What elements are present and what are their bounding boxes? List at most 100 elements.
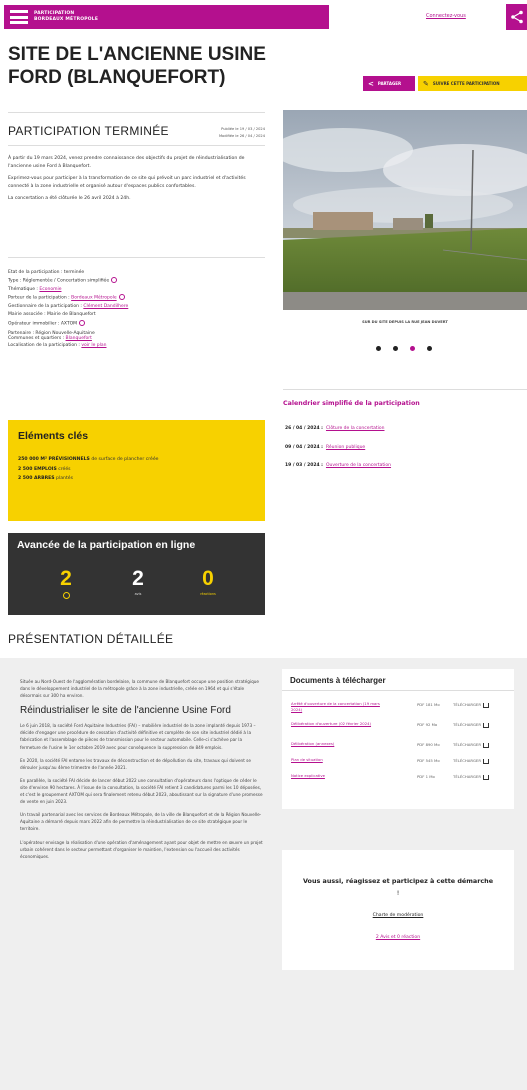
detail-label: Thématique : — [8, 287, 40, 293]
share-icon: < — [368, 79, 374, 88]
calendar-link[interactable]: Réunion publique — [326, 445, 365, 450]
key-elements-box: Eléments clés 250 000 M² PRÉVISIONNELS d… — [8, 420, 265, 521]
intro-paragraph: À partir du 19 mars 2024, venez prendre … — [8, 156, 245, 169]
intro-paragraph: Exprimez-vous pour participer à la trans… — [8, 176, 246, 189]
calendar-date: 19 / 03 / 2024 : — [285, 463, 323, 468]
share-header-button[interactable] — [506, 4, 527, 30]
document-link[interactable]: Délibération d'ouverture (02 février 202… — [291, 721, 386, 727]
download-icon — [482, 722, 489, 728]
detail-operator: Opérateur immobilier : AXTOM — [8, 319, 265, 329]
info-icon[interactable] — [118, 294, 125, 301]
key-item-text: plantés — [54, 476, 73, 481]
download-button[interactable]: TÉLÉCHARGER — [453, 758, 489, 764]
share-button-label: PARTAGER — [377, 81, 402, 86]
share-icon — [510, 10, 523, 24]
document-size: PDF 545 Mo — [417, 758, 440, 763]
documents-panel: Documents à télécharger Arrêté d'ouvertu… — [282, 669, 514, 809]
download-label: TÉLÉCHARGER — [453, 758, 481, 763]
detail-location: Localisation de la participation : voir … — [8, 342, 265, 350]
document-size: PDF 181 Mo — [417, 702, 440, 707]
brand-logo-text: PARTICIPATION BORDEAUX MÉTROPOLE — [34, 11, 98, 23]
download-button[interactable]: TÉLÉCHARGER — [453, 702, 489, 708]
detail-operator-text: Opérateur immobilier : AXTOM — [8, 321, 78, 327]
documents-title: Documents à télécharger — [290, 676, 386, 685]
key-item: 250 000 M² PRÉVISIONNELS de surface de p… — [18, 455, 255, 465]
key-item-text: de surface de plancher créée — [89, 457, 159, 462]
metric-value: 2 — [60, 567, 72, 590]
share-button[interactable]: < PARTAGER — [363, 76, 415, 91]
site-photo-image — [283, 110, 527, 310]
manager-link[interactable]: Clément Dandilhere — [83, 304, 128, 309]
page-title: SITE DE L'ANCIENNE USINE FORD (BLANQUEFO… — [8, 44, 266, 88]
carousel-dots — [376, 346, 432, 351]
presentation-paragraph: Située au Nord-Ouest de l'agglomération … — [20, 679, 259, 699]
download-button[interactable]: TÉLÉCHARGER — [453, 742, 489, 748]
document-size: PDF 1 Mo — [417, 774, 435, 779]
participate-text: Vous aussi, réagissez et participez à ce… — [302, 875, 494, 899]
calendar-title: Calendrier simplifié de la participation — [283, 400, 420, 407]
key-item-value: 250 000 M² PRÉVISIONNELS — [18, 457, 90, 462]
menu-icon[interactable] — [10, 10, 28, 24]
map-link[interactable]: voir le plan — [81, 343, 106, 348]
participation-details: Etat de la participation : terminée Type… — [8, 269, 265, 350]
document-row: Plan de situation PDF 545 Mo TÉLÉCHARGER — [291, 757, 511, 771]
top-bar: PARTICIPATION BORDEAUX MÉTROPOLE Connect… — [0, 0, 527, 35]
opinions-link[interactable]: 2 Avis et 0 réaction — [282, 935, 514, 940]
detail-associated: Mairie associée : Mairie de Blanquefort — [8, 312, 96, 318]
site-photo[interactable] — [283, 110, 527, 310]
carousel-dot[interactable] — [427, 346, 432, 351]
detail-state: Etat de la participation : terminée — [8, 270, 85, 275]
carousel-dot[interactable] — [393, 346, 398, 351]
download-icon — [482, 758, 489, 764]
key-item: 2 500 EMPLOIS créés — [18, 465, 255, 475]
brand-line-2: BORDEAUX MÉTROPOLE — [34, 17, 99, 22]
download-label: TÉLÉCHARGER — [453, 702, 481, 707]
brand-banner[interactable]: PARTICIPATION BORDEAUX MÉTROPOLE — [4, 5, 329, 29]
document-link[interactable]: Plan de situation — [291, 757, 386, 763]
carousel-dot-active[interactable] — [410, 346, 415, 351]
moderation-charter-link[interactable]: Charte de modération — [282, 913, 514, 918]
detail-theme: Thématique : Economie — [8, 286, 265, 294]
presentation-text: Située au Nord-Ouest de l'agglomération … — [20, 678, 264, 866]
key-item: 2 500 ARBRES plantés — [18, 474, 255, 484]
divider — [8, 112, 265, 113]
detail-label: Localisation de la participation : — [8, 342, 82, 348]
document-link[interactable]: Délibération (annexes) — [291, 741, 386, 747]
calendar-link[interactable]: Clôture de la concertation — [326, 426, 385, 431]
communes-link[interactable]: Blanquefort — [66, 336, 92, 341]
info-icon[interactable] — [111, 277, 118, 284]
document-row: Délibération (annexes) PDF 890 Mo TÉLÉCH… — [291, 741, 511, 755]
document-link[interactable]: Notice explicative — [291, 773, 386, 779]
carousel-dot[interactable] — [376, 346, 381, 351]
metric-value: 2 — [132, 567, 144, 590]
participate-text-rest: ! — [396, 889, 400, 897]
theme-link[interactable]: Economie — [39, 287, 61, 292]
presentation-title: PRÉSENTATION DÉTAILLÉE — [8, 632, 174, 646]
follow-button[interactable]: ✎ SUIVRE CETTE PARTICIPATION — [418, 76, 527, 91]
info-icon[interactable] — [79, 319, 86, 326]
document-link[interactable]: Arrêté d'ouverture de la concertation (1… — [291, 701, 386, 712]
download-icon — [482, 702, 489, 708]
login-link[interactable]: Connectez-vous — [426, 13, 466, 19]
key-item-value: 2 500 EMPLOIS — [18, 466, 57, 472]
pilot-link[interactable]: Bordeaux Métropole — [71, 296, 117, 301]
participate-panel: Vous aussi, réagissez et participez à ce… — [282, 850, 514, 970]
download-button[interactable]: TÉLÉCHARGER — [453, 722, 489, 728]
detail-label: Porteur de la participation : — [8, 295, 72, 301]
presentation-paragraph: En 2020, la société FAI entame les trava… — [20, 757, 251, 770]
divider — [282, 690, 514, 691]
document-row: Délibération d'ouverture (02 février 202… — [291, 721, 511, 735]
reactions-metric: 0 réactions — [188, 568, 228, 597]
avis-metric: 2 avis — [118, 567, 158, 597]
download-button[interactable]: TÉLÉCHARGER — [453, 774, 489, 780]
pin-icon: ✎ — [423, 79, 429, 88]
divider — [8, 257, 265, 258]
detail-pilot: Porteur de la participation : Bordeaux M… — [8, 294, 265, 303]
intro-paragraph: La concertation a été clôturée le 26 avr… — [8, 196, 131, 202]
presentation-paragraph: Un travail partenarial avec les services… — [20, 812, 262, 832]
divider — [8, 145, 265, 146]
detail-label: Gestionnaire de la participation : — [8, 304, 84, 310]
publication-dates: Publiée le 19 / 03 / 2024 Modifiée le 26… — [213, 126, 265, 140]
divider — [283, 389, 527, 390]
calendar-link[interactable]: Ouverture de la concertation — [326, 463, 391, 468]
